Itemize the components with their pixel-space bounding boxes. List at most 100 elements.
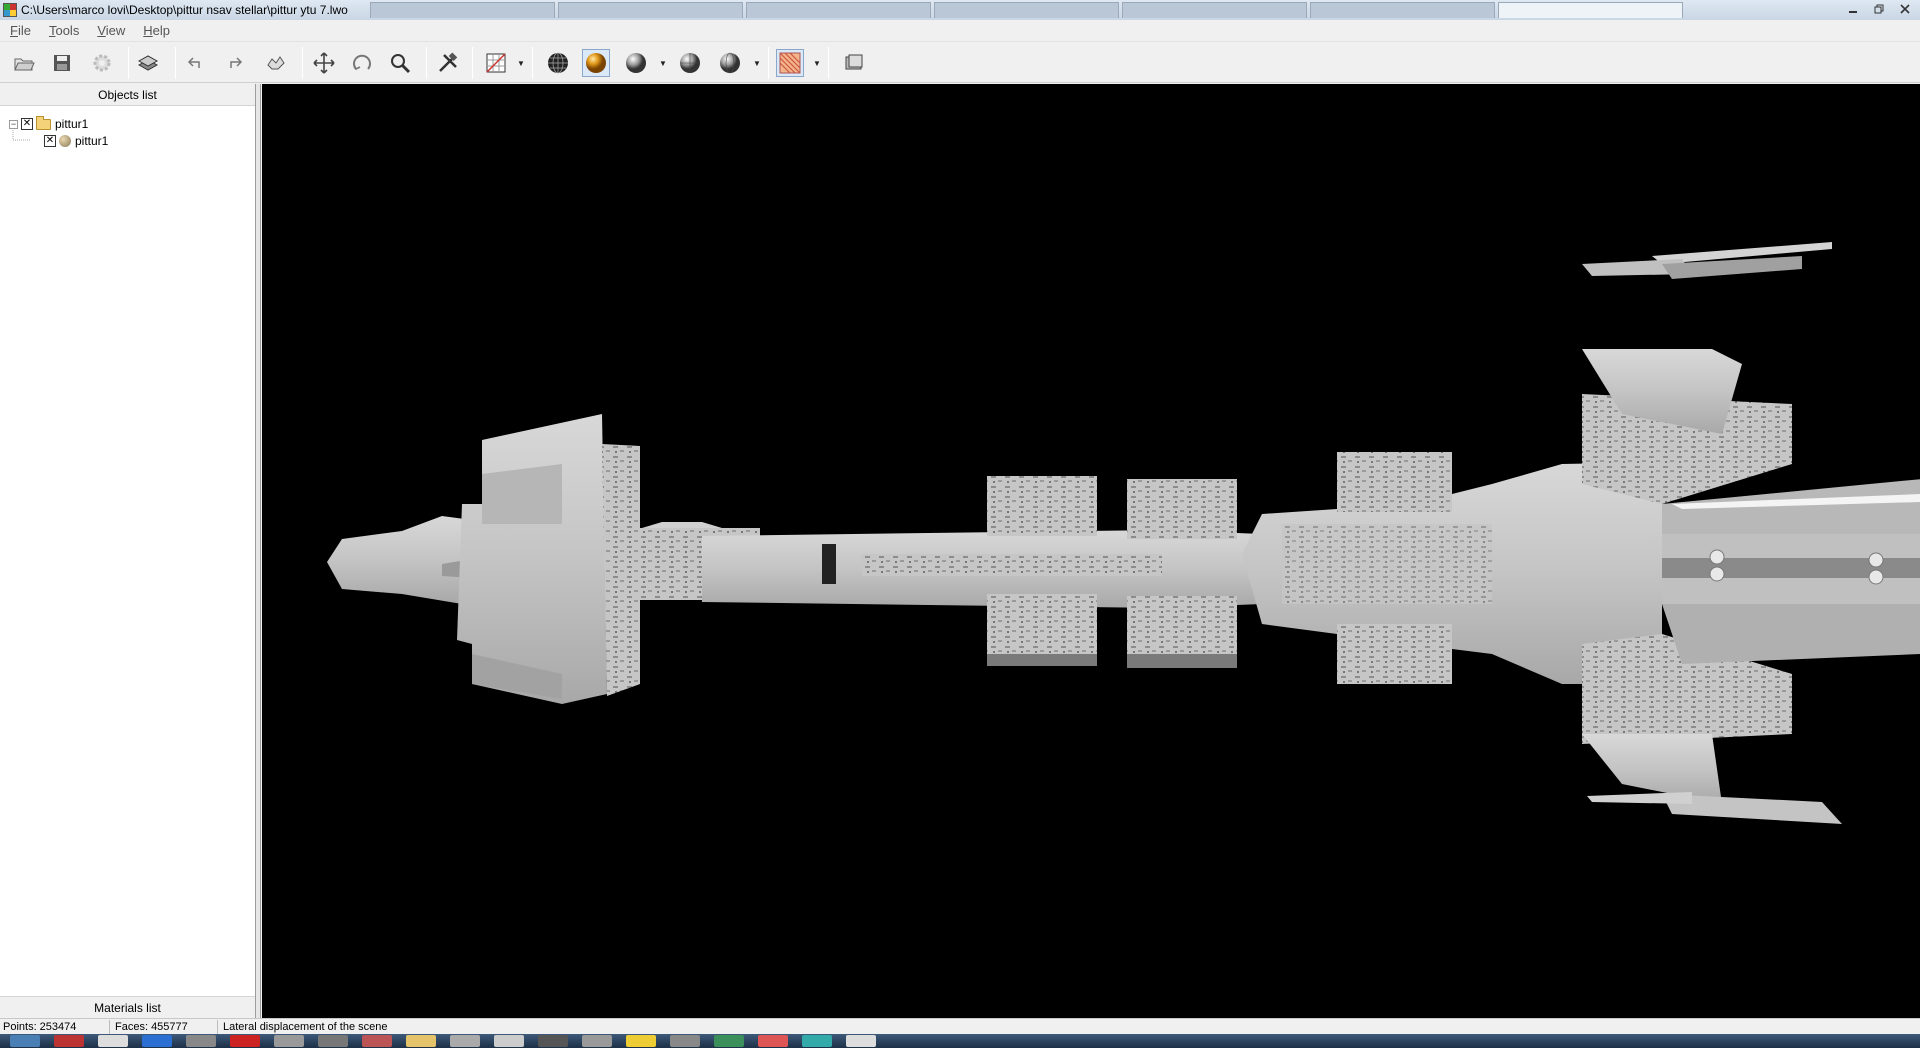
objects-list-header: Objects list bbox=[0, 84, 255, 106]
folder-icon bbox=[36, 115, 51, 130]
wireframe-button[interactable] bbox=[544, 49, 572, 77]
tree-item-object[interactable]: ✕ pittur1 bbox=[44, 133, 108, 149]
grid-dropdown[interactable]: ▼ bbox=[516, 49, 526, 77]
taskbar-item[interactable] bbox=[670, 1035, 700, 1047]
object-sphere-icon bbox=[59, 135, 71, 147]
rotate-icon bbox=[353, 54, 371, 71]
taskbar-item[interactable] bbox=[142, 1035, 172, 1047]
screenshot-button[interactable] bbox=[840, 49, 868, 77]
redo-icon bbox=[230, 57, 243, 68]
zoom-button[interactable] bbox=[386, 49, 414, 77]
panel-splitter[interactable] bbox=[256, 84, 261, 1018]
menu-tools[interactable]: Tools bbox=[39, 23, 87, 38]
minimize-icon bbox=[1849, 11, 1857, 13]
shaded-sphere-icon bbox=[626, 53, 646, 73]
flat-shade-button[interactable] bbox=[676, 49, 704, 77]
open-button[interactable] bbox=[10, 49, 38, 77]
window-title: C:\Users\marco lovi\Desktop\pittur nsav … bbox=[21, 3, 348, 17]
shaded-button[interactable] bbox=[622, 49, 650, 77]
3d-viewport[interactable] bbox=[262, 84, 1920, 1018]
taskbar-item[interactable] bbox=[714, 1035, 744, 1047]
app-icon bbox=[3, 3, 17, 17]
taskbar-item[interactable] bbox=[54, 1035, 84, 1047]
background-tab bbox=[746, 2, 931, 18]
collapse-toggle[interactable]: − bbox=[9, 119, 18, 129]
smooth-sphere-icon bbox=[720, 52, 740, 74]
objects-tree: − ✕ pittur1 ✕ pittur1 bbox=[0, 106, 255, 972]
rotate-button[interactable] bbox=[348, 49, 376, 77]
shading-dropdown[interactable]: ▼ bbox=[658, 49, 668, 77]
menu-file[interactable]: File bbox=[0, 23, 39, 38]
taskbar-item[interactable] bbox=[846, 1035, 876, 1047]
taskbar-item[interactable] bbox=[802, 1035, 832, 1047]
flat-sphere-icon bbox=[680, 53, 700, 73]
taskbar-item[interactable] bbox=[758, 1035, 788, 1047]
taskbar-item[interactable] bbox=[186, 1035, 216, 1047]
screenshot-icon bbox=[845, 54, 863, 70]
background-tab bbox=[558, 2, 743, 18]
materials-list-header: Materials list bbox=[0, 996, 255, 1018]
taskbar-item[interactable] bbox=[406, 1035, 436, 1047]
settings-gear-icon bbox=[93, 54, 111, 72]
textured-sphere-icon bbox=[586, 53, 606, 73]
taskbar-item[interactable] bbox=[538, 1035, 568, 1047]
taskbar-item[interactable] bbox=[494, 1035, 524, 1047]
ship-spine bbox=[702, 476, 1262, 668]
visibility-checkbox[interactable]: ✕ bbox=[21, 118, 33, 130]
tree-item-group[interactable]: − ✕ pittur1 bbox=[9, 115, 89, 132]
visibility-checkbox[interactable]: ✕ bbox=[44, 135, 56, 147]
spaceship-model-render bbox=[327, 242, 1920, 824]
taskbar-item[interactable] bbox=[98, 1035, 128, 1047]
ship-nose bbox=[327, 414, 760, 704]
texture-map-icon bbox=[779, 52, 801, 74]
faces-count: Faces: 455777 bbox=[110, 1019, 218, 1034]
undo-button[interactable] bbox=[182, 49, 210, 77]
hand-icon bbox=[267, 56, 285, 70]
layers-button[interactable] bbox=[134, 49, 162, 77]
close-button[interactable] bbox=[1892, 0, 1918, 18]
taskbar-item[interactable] bbox=[450, 1035, 480, 1047]
hand-button[interactable] bbox=[262, 49, 290, 77]
taskbar-item[interactable] bbox=[10, 1035, 40, 1047]
textured-button[interactable] bbox=[582, 49, 610, 77]
objects-panel: Objects list − ✕ pittur1 ✕ pittur1 Mater… bbox=[0, 84, 256, 1018]
taskbar-item[interactable] bbox=[582, 1035, 612, 1047]
tree-item-label: pittur1 bbox=[75, 134, 109, 148]
move-button[interactable] bbox=[310, 49, 338, 77]
grid-icon bbox=[486, 53, 506, 73]
background-browser-tabs bbox=[370, 2, 1683, 18]
tools-icon bbox=[439, 52, 458, 72]
points-count: Points: 253474 bbox=[0, 1019, 110, 1034]
undo-icon bbox=[187, 57, 200, 68]
background-tab bbox=[1498, 2, 1683, 18]
toolbar: ▼ ▼ ▼ ▼ bbox=[0, 43, 1920, 83]
texture-dropdown[interactable]: ▼ bbox=[812, 49, 822, 77]
texture-map-button[interactable] bbox=[776, 49, 804, 77]
tree-item-label: pittur1 bbox=[55, 117, 89, 131]
menu-help[interactable]: Help bbox=[133, 23, 178, 38]
background-tab bbox=[934, 2, 1119, 18]
status-bar: Points: 253474 Faces: 455777 Lateral dis… bbox=[0, 1018, 1920, 1034]
background-tab bbox=[1310, 2, 1495, 18]
taskbar-item[interactable] bbox=[362, 1035, 392, 1047]
layers-icon bbox=[137, 55, 159, 71]
background-tab bbox=[370, 2, 555, 18]
ship-rear bbox=[1242, 242, 1920, 824]
grid-button[interactable] bbox=[482, 49, 510, 77]
redo-button[interactable] bbox=[220, 49, 248, 77]
smooth-shade-button[interactable] bbox=[716, 49, 744, 77]
title-bar: C:\Users\marco lovi\Desktop\pittur nsav … bbox=[0, 0, 1920, 20]
taskbar-item[interactable] bbox=[318, 1035, 348, 1047]
settings-button[interactable] bbox=[88, 49, 116, 77]
menu-view[interactable]: View bbox=[87, 23, 133, 38]
smooth-dropdown[interactable]: ▼ bbox=[752, 49, 762, 77]
taskbar-item[interactable] bbox=[626, 1035, 656, 1047]
taskbar-item[interactable] bbox=[274, 1035, 304, 1047]
taskbar-item[interactable] bbox=[230, 1035, 260, 1047]
tools-button[interactable] bbox=[434, 49, 462, 77]
restore-button[interactable] bbox=[1866, 0, 1892, 18]
minimize-button[interactable] bbox=[1840, 0, 1866, 18]
background-tab bbox=[1122, 2, 1307, 18]
window-controls bbox=[1840, 0, 1918, 18]
save-button[interactable] bbox=[48, 49, 76, 77]
